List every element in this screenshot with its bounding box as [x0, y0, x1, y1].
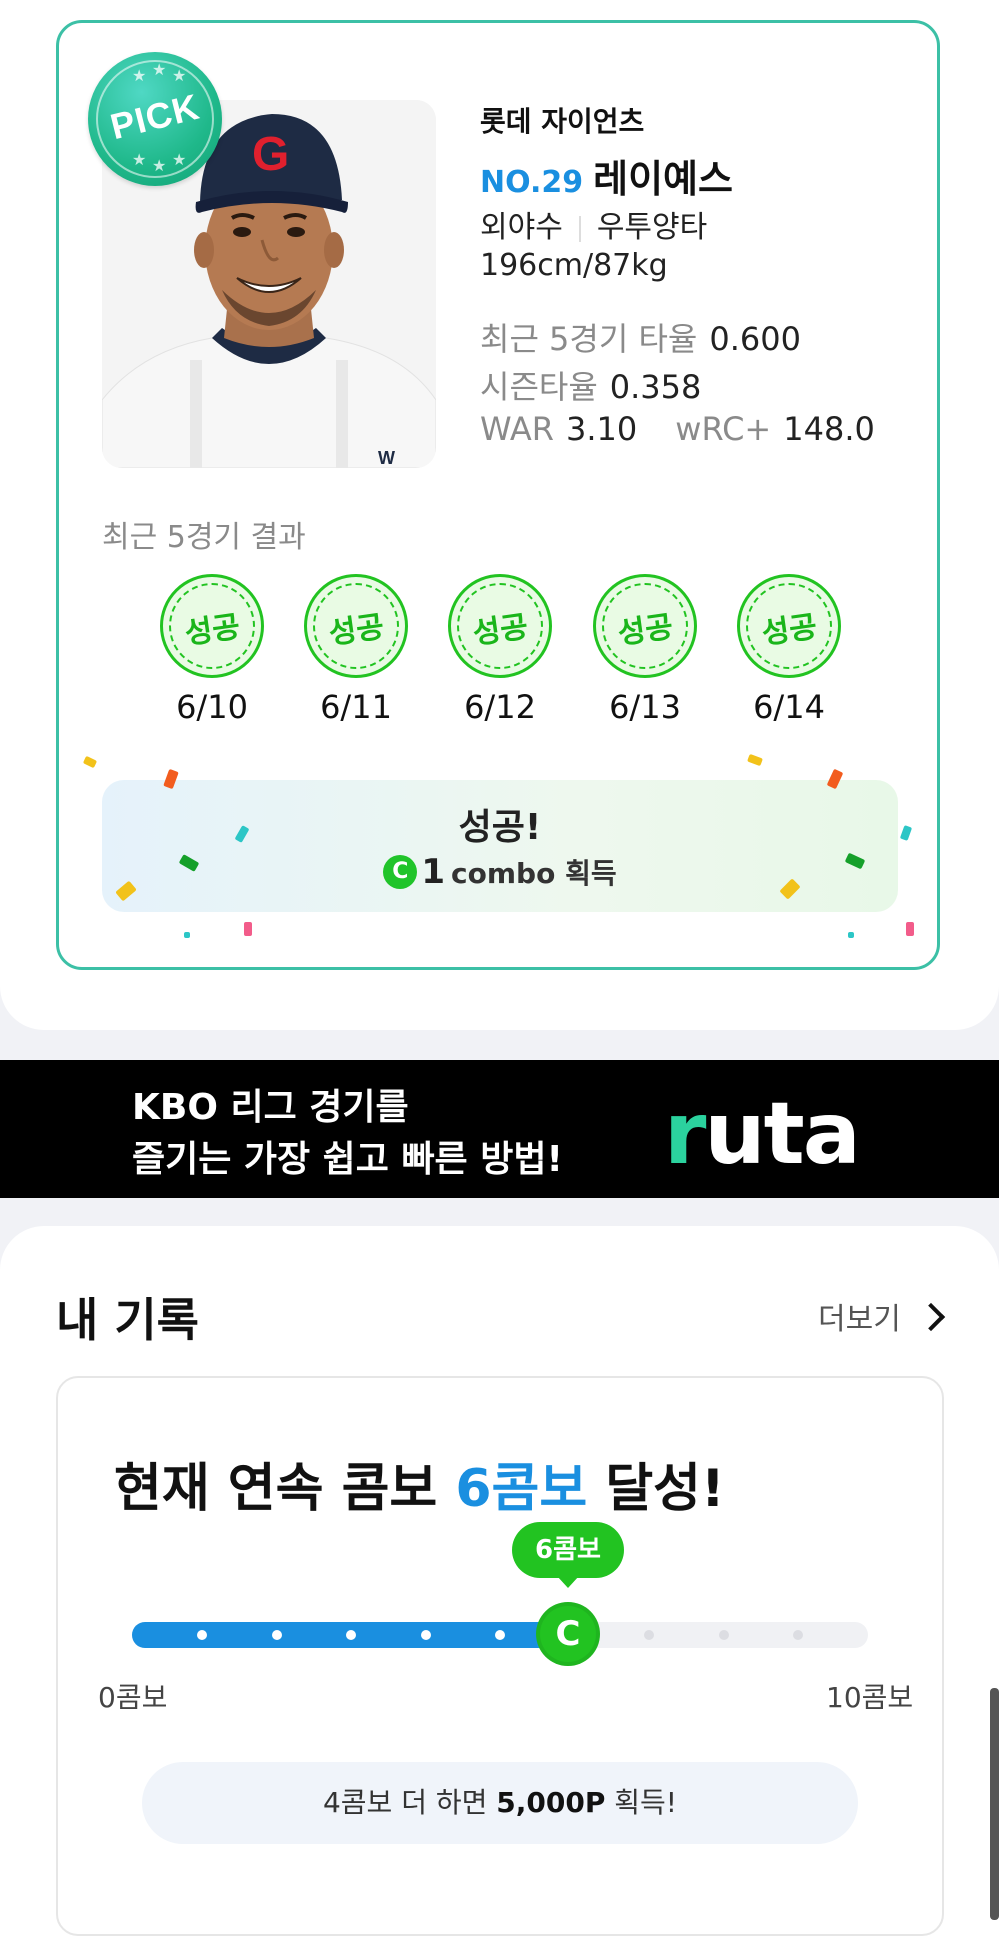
stat-recent5: 최근 5경기 타율 0.600 — [480, 314, 801, 360]
result-date: 6/13 — [609, 688, 681, 726]
svg-text:W: W — [378, 448, 395, 468]
stat-season: 시즌타율 0.358 — [480, 362, 701, 408]
ruta-ad-banner[interactable]: KBO 리그 경기를 즐기는 가장 쉽고 빠른 방법! ruta — [0, 1060, 999, 1198]
stat-season-value: 0.358 — [609, 368, 702, 406]
stat-recent5-value: 0.600 — [709, 320, 801, 358]
success-stamp: 성공 — [448, 574, 552, 678]
player-position-row: 외야수 우투양타 — [480, 202, 707, 246]
more-label: 더보기 — [818, 1302, 901, 1337]
combo-step-dot — [495, 1630, 505, 1640]
stat-season-label: 시즌타율 — [480, 368, 598, 406]
combo-headline-highlight: 6콤보 — [455, 1459, 588, 1519]
combo-count: 1 — [421, 852, 446, 892]
stat-wrc-label: wRC+ — [675, 410, 772, 448]
combo-step-dot — [420, 1630, 431, 1640]
confetti — [848, 932, 854, 938]
reward-points: 5,000P — [496, 1786, 606, 1819]
result-item: 성공 6/12 — [448, 574, 552, 726]
more-link[interactable]: 더보기 — [818, 1294, 945, 1338]
confetti — [906, 922, 914, 936]
combo-step-dot — [644, 1630, 654, 1640]
my-records-title: 내 기록 — [56, 1293, 199, 1347]
player-body: 196cm/87kg — [480, 248, 668, 283]
combo-marker-icon: C — [540, 1606, 596, 1662]
result-date: 6/12 — [464, 688, 536, 726]
svg-text:G: G — [252, 128, 289, 181]
result-item: 성공 6/14 — [737, 574, 841, 726]
success-stamp: 성공 — [160, 574, 264, 678]
stat-war-label: WAR — [480, 410, 555, 448]
player-name: 레이예스 — [593, 157, 733, 201]
confetti — [244, 922, 252, 936]
ruta-logo: ruta — [664, 1084, 861, 1184]
ad-line-2: 즐기는 가장 쉽고 빠른 방법! — [132, 1139, 563, 1180]
stat-wrc-value: 148.0 — [783, 410, 875, 448]
combo-step-dot — [197, 1630, 207, 1640]
combo-step-dot — [271, 1630, 282, 1640]
scale-min-label: 0콤보 — [98, 1681, 168, 1714]
combo-tooltip: 6콤보 — [512, 1522, 624, 1578]
player-number: NO.29 — [480, 165, 584, 200]
result-item: 성공 6/13 — [593, 574, 697, 726]
combo-step-dot — [346, 1630, 356, 1640]
success-stamp: 성공 — [304, 574, 408, 678]
result-date: 6/11 — [320, 688, 392, 726]
result-date: 6/14 — [753, 688, 825, 726]
chevron-right-icon — [916, 1302, 945, 1332]
stat-war-value: 3.10 — [566, 410, 638, 448]
player-bats: 우투양타 — [596, 210, 708, 245]
scrollbar-thumb[interactable] — [990, 1688, 999, 1920]
tooltip-tail — [557, 1576, 579, 1588]
success-banner: 성공! C 1 combo 획득 — [102, 780, 898, 912]
recent-results-title: 최근 5경기 결과 — [102, 520, 306, 555]
result-item: 성공 6/10 — [160, 574, 264, 726]
scale-max-label: 10콤보 — [826, 1681, 914, 1714]
stat-recent5-label: 최근 5경기 타율 — [480, 320, 698, 358]
player-position: 외야수 — [480, 210, 563, 245]
combo-text: combo 획득 — [451, 857, 617, 890]
ad-line-1: KBO 리그 경기를 — [132, 1087, 409, 1128]
combo-step-dot — [793, 1630, 803, 1640]
success-stamp: 성공 — [737, 574, 841, 678]
combo-step-dot — [718, 1630, 729, 1640]
combo-headline: 현재 연속 콤보 6콤보 달성! — [114, 1459, 725, 1519]
pick-badge: ★ ★ ★ ★ ★ ★ PICK — [88, 52, 222, 186]
success-stamp: 성공 — [593, 574, 697, 678]
result-item: 성공 6/11 — [304, 574, 408, 726]
confetti — [184, 932, 190, 938]
player-name-row: NO.29 레이예스 — [480, 148, 733, 203]
result-date: 6/10 — [176, 688, 248, 726]
combo-earned: C 1 combo 획득 — [102, 852, 898, 892]
stat-war-wrc: WAR 3.10 wRC+ 148.0 — [480, 410, 875, 448]
reward-hint: 4콤보 더 하면 5,000P 획득! — [142, 1762, 858, 1844]
team-name: 롯데 자이언츠 — [480, 105, 645, 138]
success-title: 성공! — [458, 807, 542, 848]
combo-c-icon: C — [383, 855, 418, 889]
divider — [578, 215, 581, 242]
